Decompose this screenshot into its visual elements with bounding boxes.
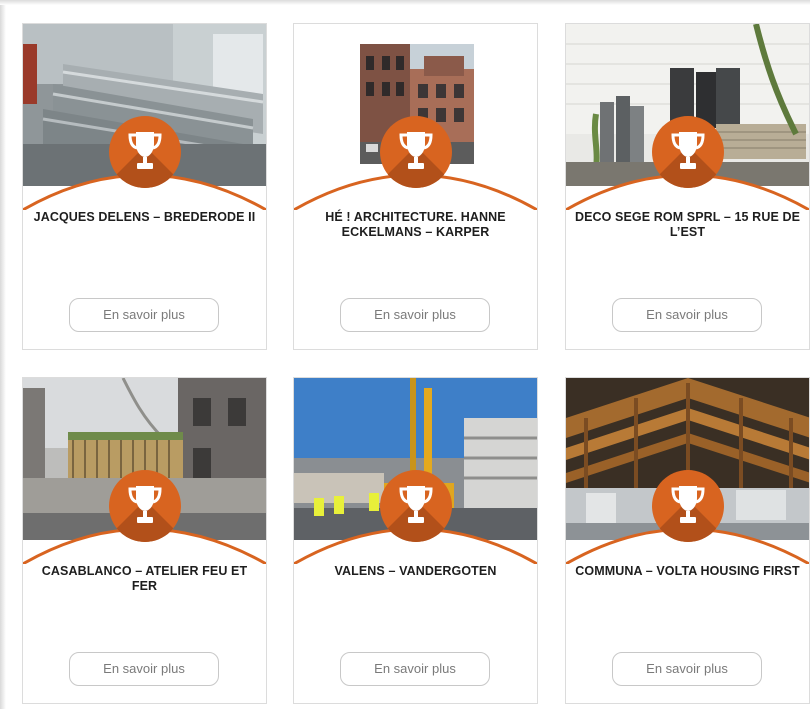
trophy-icon [399, 132, 433, 169]
project-card[interactable]: JACQUES DELENS – BREDERODE II En savoir … [22, 23, 267, 350]
project-card[interactable]: HÉ ! ARCHITECTURE. HANNE ECKELMANS – KAR… [293, 23, 538, 350]
learn-more-button[interactable]: En savoir plus [69, 298, 219, 332]
trophy-badge [380, 470, 452, 542]
trophy-icon [399, 486, 433, 523]
project-title: COMMUNA – VOLTA HOUSING FIRST [575, 564, 800, 578]
trophy-badge [109, 116, 181, 188]
trophy-badge [109, 470, 181, 542]
project-title: HÉ ! ARCHITECTURE. HANNE ECKELMANS – KAR… [325, 210, 506, 239]
project-title: DECO SEGE ROM SPRL – 15 RUE DE L’EST [574, 210, 801, 239]
trophy-icon [128, 486, 162, 523]
project-card[interactable]: VALENS – VANDERGOTEN En savoir plus [293, 377, 538, 704]
learn-more-button[interactable]: En savoir plus [340, 298, 490, 332]
trophy-icon [671, 132, 705, 169]
trophy-badge [652, 470, 724, 542]
trophy-icon [128, 132, 162, 169]
project-title: VALENS – VANDERGOTEN [334, 564, 497, 578]
frame-shadow-top [0, 0, 810, 5]
learn-more-button[interactable]: En savoir plus [612, 652, 762, 686]
project-title: CASABLANCO – ATELIER FEU ET FER [41, 564, 248, 593]
learn-more-button[interactable]: En savoir plus [612, 298, 762, 332]
trophy-badge [652, 116, 724, 188]
frame-shadow-left [0, 0, 6, 709]
project-card[interactable]: COMMUNA – VOLTA HOUSING FIRST En savoir … [565, 377, 810, 704]
project-card[interactable]: CASABLANCO – ATELIER FEU ET FER En savoi… [22, 377, 267, 704]
trophy-icon [671, 486, 705, 523]
project-title: JACQUES DELENS – BREDERODE II [33, 210, 256, 224]
trophy-badge [380, 116, 452, 188]
learn-more-button[interactable]: En savoir plus [340, 652, 490, 686]
project-grid: JACQUES DELENS – BREDERODE II En savoir … [0, 0, 810, 709]
project-card[interactable]: DECO SEGE ROM SPRL – 15 RUE DE L’EST En … [565, 23, 810, 350]
learn-more-button[interactable]: En savoir plus [69, 652, 219, 686]
